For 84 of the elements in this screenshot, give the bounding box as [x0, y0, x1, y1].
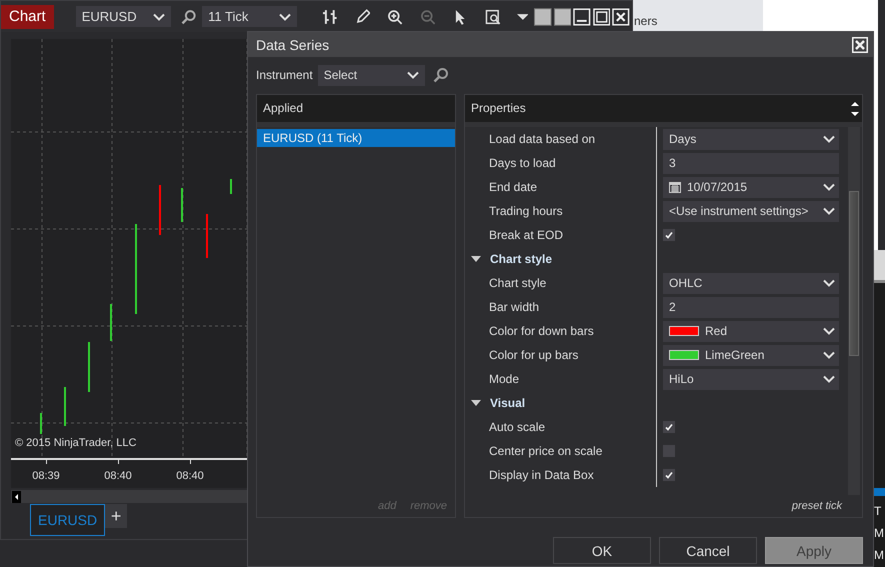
property-label: Break at EOD	[489, 228, 564, 242]
checkbox[interactable]	[663, 421, 675, 433]
chevron-down-icon	[279, 12, 291, 20]
chevron-down-icon	[823, 351, 835, 359]
chevron-down-icon	[823, 135, 835, 143]
date-picker[interactable]: 10/07/2015	[663, 176, 839, 198]
field-label: Instrument	[256, 68, 313, 82]
panel-title: Properties	[471, 100, 526, 117]
axis-label: 08:39	[32, 470, 60, 482]
instrument-dropdown[interactable]: EURUSD	[76, 6, 171, 27]
property-label: Color for up bars	[489, 348, 578, 362]
scrollbar[interactable]	[11, 490, 247, 503]
scroll-left-icon[interactable]	[12, 490, 21, 502]
window-tile-icon[interactable]	[534, 8, 552, 26]
property-label: Display in Data Box	[489, 468, 594, 482]
property-label: Bar width	[489, 300, 540, 314]
search-icon[interactable]	[432, 67, 449, 83]
close-icon[interactable]	[852, 36, 868, 52]
chart-tab[interactable]: Chart	[1, 4, 54, 28]
axis-label: 08:40	[104, 470, 132, 482]
zoom-in-icon[interactable]	[387, 8, 403, 24]
property-label: Chart style	[489, 276, 546, 290]
color-dropdown[interactable]: Red	[663, 320, 839, 342]
property-label: End date	[489, 180, 538, 194]
category-label: Chart style	[490, 252, 552, 266]
chevron-down-icon	[823, 327, 835, 335]
scroll-thumb[interactable]	[849, 191, 859, 356]
caret-icon[interactable]	[516, 12, 528, 20]
property-label: Days to load	[489, 156, 556, 170]
calendar-icon	[669, 182, 681, 192]
search-icon[interactable]	[180, 8, 196, 24]
preset-link[interactable]: preset tick	[792, 500, 842, 512]
window-tile-icon[interactable]	[554, 8, 572, 26]
instrument-dropdown[interactable]: Select	[318, 64, 425, 86]
list-item[interactable]: EURUSD (11 Tick)	[257, 129, 455, 147]
panel-header	[873, 250, 885, 283]
property-label: Auto scale	[489, 420, 546, 434]
scroll-arrows-icon[interactable]	[851, 100, 859, 116]
chart-tab[interactable]: EURUSD	[30, 504, 106, 536]
chevron-down-icon	[823, 207, 835, 215]
add-tab-button[interactable]: +	[105, 504, 128, 528]
bar-type-icon[interactable]	[322, 8, 338, 24]
chevron-down-icon	[152, 12, 165, 20]
property-label: Trading hours	[489, 204, 563, 218]
text-field[interactable]: 2	[663, 296, 839, 318]
dropdown[interactable]: Days	[663, 128, 839, 150]
property-label: Load data based on	[489, 132, 596, 146]
minimize-icon[interactable]	[573, 8, 591, 26]
list-item[interactable]: T	[873, 500, 885, 522]
chevron-down-icon	[823, 375, 835, 383]
interval-dropdown[interactable]: 11 Tick	[202, 6, 297, 27]
chevron-down-icon	[823, 279, 835, 287]
zoom-out-icon[interactable]	[420, 8, 436, 24]
dropdown[interactable]: OHLC	[663, 272, 839, 294]
chevron-down-icon	[823, 183, 835, 191]
dialog-button[interactable]: Cancel	[659, 537, 757, 564]
checkbox[interactable]	[663, 469, 675, 481]
panel-text: ners	[634, 14, 658, 28]
close-icon[interactable]	[612, 8, 630, 26]
dropdown[interactable]: <Use instrument settings>	[663, 200, 839, 222]
checkbox[interactable]	[663, 229, 675, 241]
panel-header: Applied	[257, 95, 455, 127]
data-box-icon[interactable]	[484, 8, 501, 24]
dropdown[interactable]: HiLo	[663, 368, 839, 390]
copyright-text: © 2015 NinjaTrader, LLC	[15, 437, 136, 449]
property-label: Mode	[489, 372, 520, 386]
list-item[interactable]: M	[873, 544, 885, 566]
scrollbar[interactable]	[848, 127, 860, 495]
selected-row	[873, 488, 885, 496]
color-dropdown[interactable]: LimeGreen	[663, 344, 839, 366]
property-label: Color for down bars	[489, 324, 594, 338]
text-field[interactable]: 3	[663, 152, 839, 174]
category-label: Visual	[490, 396, 526, 410]
dialog-button[interactable]: OK	[553, 537, 651, 564]
list-item[interactable]: M	[873, 522, 885, 544]
collapse-triangle-icon[interactable]	[471, 256, 481, 262]
maximize-icon[interactable]	[592, 8, 610, 26]
axis-label: 08:40	[176, 470, 204, 482]
pencil-icon[interactable]	[354, 8, 370, 24]
collapse-triangle-icon[interactable]	[471, 400, 481, 406]
window-title: Data Series	[256, 36, 330, 52]
property-label: Center price on scale	[489, 444, 602, 458]
checkbox[interactable]	[663, 445, 675, 457]
chevron-down-icon	[406, 71, 419, 79]
